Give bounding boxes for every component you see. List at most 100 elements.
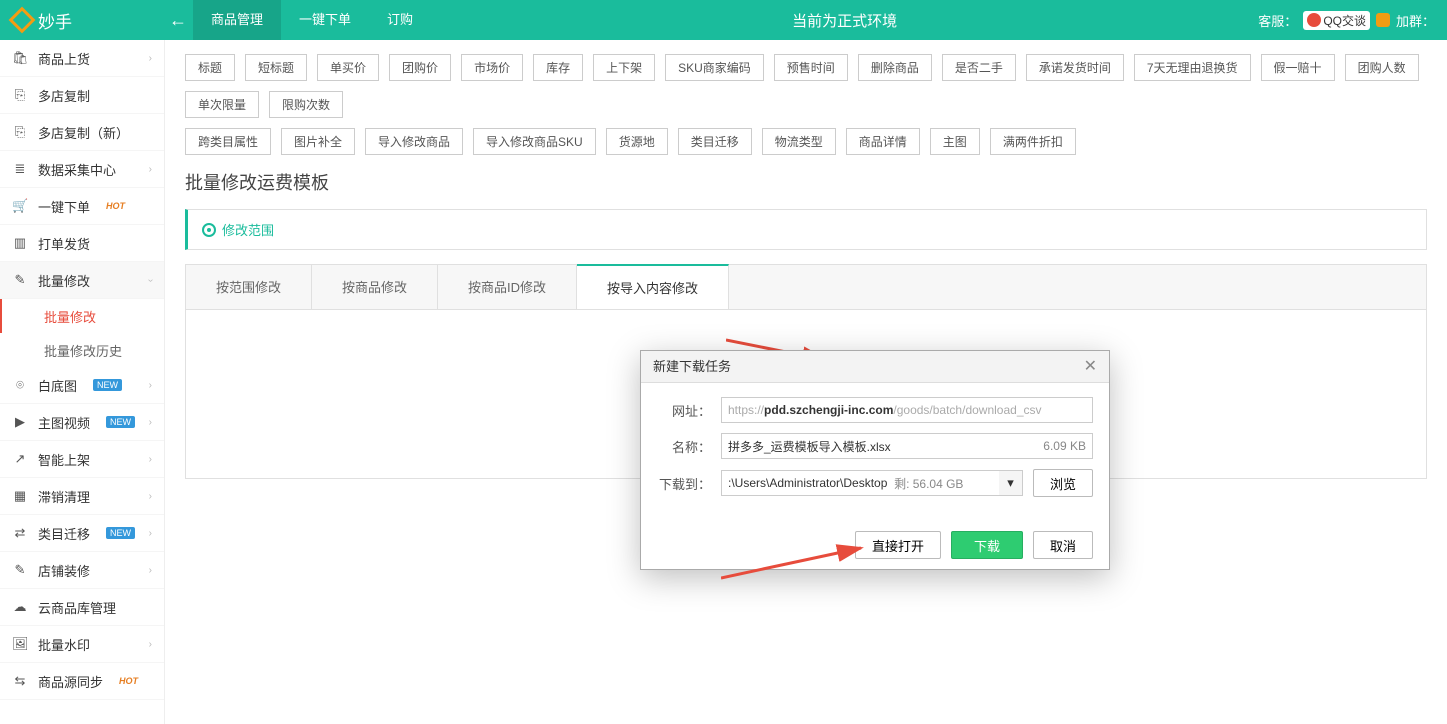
sidebar-item-14[interactable]: 🖼批量水印›: [0, 626, 164, 663]
tag[interactable]: 库存: [533, 54, 583, 81]
download-button[interactable]: 下载: [951, 531, 1023, 559]
tag[interactable]: 商品详情: [846, 128, 920, 155]
sidebar: 🛍商品上货›⎘多店复制⎘多店复制（新）≣数据采集中心›🛒一键下单HOT▥打单发货…: [0, 40, 165, 724]
tag[interactable]: 短标题: [245, 54, 307, 81]
tag[interactable]: 承诺发货时间: [1026, 54, 1124, 81]
sidebar-icon: ⌾: [12, 377, 28, 393]
group-label: 加群：: [1396, 11, 1435, 30]
url-input[interactable]: https://pdd.szchengji-inc.com/goods/batc…: [721, 397, 1093, 423]
dest-input[interactable]: :\Users\Administrator\Desktop 剩: 56.04 G…: [721, 470, 999, 496]
nav-products[interactable]: 商品管理: [193, 0, 281, 40]
tab-0[interactable]: 按范围修改: [186, 265, 312, 309]
sidebar-item-7[interactable]: ⌾白底图NEW›: [0, 367, 164, 404]
tag[interactable]: 上下架: [593, 54, 655, 81]
service-label: 客服：: [1258, 11, 1297, 30]
chevron-right-icon: ›: [149, 417, 152, 428]
tab-2[interactable]: 按商品ID修改: [438, 265, 577, 309]
tag[interactable]: 团购人数: [1345, 54, 1419, 81]
tab-1[interactable]: 按商品修改: [312, 265, 438, 309]
tag[interactable]: 单次限量: [185, 91, 259, 118]
chevron-down-icon: ▾: [1007, 475, 1014, 491]
file-size: 6.09 KB: [1043, 439, 1086, 453]
section-scope: 修改范围: [185, 209, 1427, 250]
tag[interactable]: 预售时间: [774, 54, 848, 81]
header-right: 客服： QQ交谈 加群：: [1258, 11, 1447, 30]
tag[interactable]: 删除商品: [858, 54, 932, 81]
name-input[interactable]: 拼多多_运费模板导入模板.xlsx 6.09 KB: [721, 433, 1093, 459]
tag[interactable]: 类目迁移: [678, 128, 752, 155]
dialog-header: 新建下载任务 ✕: [641, 351, 1109, 383]
sidebar-icon: ⎘: [12, 124, 28, 140]
logo-text: 妙手: [38, 8, 72, 33]
chevron-right-icon: ›: [149, 454, 152, 465]
chevron-right-icon: ›: [149, 164, 152, 175]
sidebar-icon: 🛒: [12, 198, 28, 214]
sidebar-item-11[interactable]: ⇄类目迁移NEW›: [0, 515, 164, 552]
close-icon[interactable]: ✕: [1084, 351, 1097, 383]
new-badge: NEW: [93, 379, 122, 391]
browse-button[interactable]: 浏览: [1033, 469, 1093, 497]
tag-row-2: 跨类目属性图片补全导入修改商品导入修改商品SKU 货源地类目迁移物流类型商品详情主…: [185, 128, 1427, 155]
qq-icon: [1307, 13, 1321, 27]
sidebar-item-1[interactable]: ⎘多店复制: [0, 77, 164, 114]
tag[interactable]: 单买价: [317, 54, 379, 81]
tag[interactable]: 7天无理由退换货: [1134, 54, 1251, 81]
tag[interactable]: 货源地: [606, 128, 668, 155]
chevron-right-icon: ›: [149, 53, 152, 64]
sidebar-icon: ▶: [12, 414, 28, 430]
nav-purchase[interactable]: 订购: [369, 0, 431, 40]
sidebar-item-10[interactable]: ▦滞销清理›: [0, 478, 164, 515]
app-header: 妙手 ← 商品管理 一键下单 订购 当前为正式环境 客服： QQ交谈 加群：: [0, 0, 1447, 40]
sidebar-item-6[interactable]: ✎批量修改›: [0, 262, 164, 299]
tag[interactable]: 团购价: [389, 54, 451, 81]
chevron-right-icon: ›: [145, 278, 156, 281]
target-icon: [202, 223, 216, 237]
tag[interactable]: 假一赔十: [1261, 54, 1335, 81]
name-label: 名称：: [657, 437, 711, 456]
sidebar-subitem-1[interactable]: 批量修改历史: [0, 333, 164, 367]
chevron-right-icon: ›: [149, 491, 152, 502]
page-title: 批量修改运费模板: [185, 169, 1427, 195]
tag[interactable]: 满两件折扣: [990, 128, 1076, 155]
sidebar-item-8[interactable]: ▶主图视频NEW›: [0, 404, 164, 441]
sidebar-item-5[interactable]: ▥打单发货: [0, 225, 164, 262]
sidebar-icon: ✎: [12, 272, 28, 288]
tag[interactable]: 图片补全: [281, 128, 355, 155]
sidebar-item-13[interactable]: ☁云商品库管理: [0, 589, 164, 626]
chevron-right-icon: ›: [149, 528, 152, 539]
sidebar-item-9[interactable]: ↗智能上架›: [0, 441, 164, 478]
tab-3[interactable]: 按导入内容修改: [577, 264, 729, 309]
logo: 妙手: [0, 8, 163, 33]
dest-dropdown-button[interactable]: ▾: [999, 470, 1023, 496]
cancel-button[interactable]: 取消: [1033, 531, 1093, 559]
sidebar-item-2[interactable]: ⎘多店复制（新）: [0, 114, 164, 151]
chevron-right-icon: ›: [149, 565, 152, 576]
back-button[interactable]: ←: [163, 10, 193, 31]
tag[interactable]: 导入修改商品SKU: [473, 128, 596, 155]
url-label: 网址：: [657, 401, 711, 420]
new-badge: NEW: [106, 527, 135, 539]
tag[interactable]: 市场价: [461, 54, 523, 81]
sidebar-item-0[interactable]: 🛍商品上货›: [0, 40, 164, 77]
sidebar-icon: 🛍: [12, 50, 28, 66]
sidebar-item-4[interactable]: 🛒一键下单HOT: [0, 188, 164, 225]
tag[interactable]: 主图: [930, 128, 980, 155]
tabs: 按范围修改按商品修改按商品ID修改按导入内容修改: [185, 264, 1427, 309]
sidebar-item-3[interactable]: ≣数据采集中心›: [0, 151, 164, 188]
tag[interactable]: 标题: [185, 54, 235, 81]
sidebar-icon: ⇆: [12, 673, 28, 689]
tag[interactable]: 导入修改商品: [365, 128, 463, 155]
section-title: 修改范围: [202, 220, 1412, 239]
sidebar-icon: ☁: [12, 599, 28, 615]
sidebar-subitem-0[interactable]: 批量修改: [0, 299, 164, 333]
nav-order[interactable]: 一键下单: [281, 0, 369, 40]
tag[interactable]: SKU商家编码: [665, 54, 764, 81]
tag[interactable]: 是否二手: [942, 54, 1016, 81]
tag[interactable]: 限购次数: [269, 91, 343, 118]
qq-chat-button[interactable]: QQ交谈: [1303, 11, 1370, 30]
tag[interactable]: 跨类目属性: [185, 128, 271, 155]
dest-label: 下载到：: [657, 474, 711, 493]
tag[interactable]: 物流类型: [762, 128, 836, 155]
sidebar-item-12[interactable]: ✎店铺装修›: [0, 552, 164, 589]
sidebar-item-15[interactable]: ⇆商品源同步HOT: [0, 663, 164, 700]
